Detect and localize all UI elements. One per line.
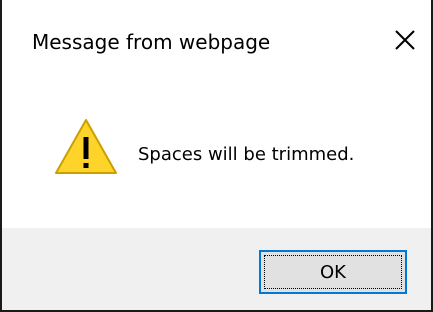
message-dialog: Message from webpage Spaces will be trim… <box>0 0 433 312</box>
dialog-footer: OK <box>2 228 431 310</box>
dialog-message: Spaces will be trimmed. <box>138 144 355 165</box>
ok-button[interactable]: OK <box>259 250 407 294</box>
ok-button-label: OK <box>264 255 402 289</box>
dialog-title: Message from webpage <box>32 30 271 54</box>
warning-icon <box>54 118 118 176</box>
dialog-titlebar: Message from webpage <box>2 0 431 88</box>
close-button[interactable] <box>387 22 423 58</box>
dialog-content: Spaces will be trimmed. <box>2 88 431 228</box>
close-icon <box>395 30 415 50</box>
